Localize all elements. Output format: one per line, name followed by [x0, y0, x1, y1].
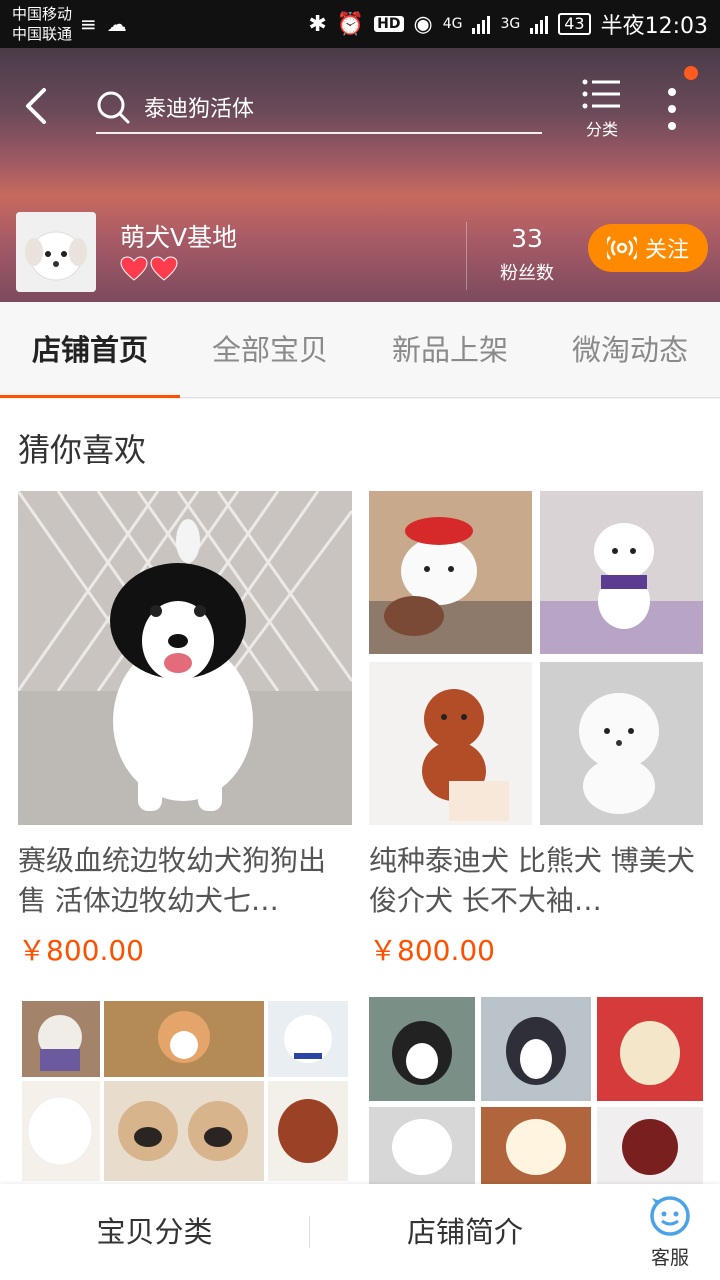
cloud-icon: ☁: [106, 12, 127, 36]
product-card[interactable]: [369, 997, 703, 1187]
main-content: 猜你喜欢 赛级血统边牧幼犬狗狗出售 活体边牧幼犬七… ￥800.00 纯种泰迪犬…: [0, 399, 720, 1280]
signal-1-icon: [472, 14, 491, 34]
signal-2-icon: [530, 14, 549, 34]
carrier-2: 中国联通: [12, 25, 73, 43]
customer-service-label: 客服: [650, 1247, 689, 1269]
eye-icon: ◉: [413, 11, 433, 37]
puppy-collage-image: [369, 491, 703, 825]
fans-number: 33: [511, 224, 543, 253]
heart-icon: [150, 256, 178, 281]
shop-name: 萌犬V基地: [120, 223, 238, 252]
more-button[interactable]: [652, 84, 692, 134]
product-card[interactable]: 赛级血统边牧幼犬狗狗出售 活体边牧幼犬七… ￥800.00: [18, 491, 352, 969]
product-image-collage[interactable]: [369, 491, 703, 825]
alarm-icon: ⏰: [336, 11, 365, 37]
carrier-1: 中国移动: [12, 5, 73, 23]
heart-icon: [120, 256, 148, 281]
product-title[interactable]: 纯种泰迪犬 比熊犬 博美犬俊介犬 长不大袖…: [369, 841, 703, 921]
search-query: 泰迪狗活体: [144, 97, 255, 122]
clock: 半夜12:03: [600, 14, 708, 39]
notification-dot: [684, 66, 698, 80]
shop-tabs: 店铺首页 全部宝贝 新品上架 微淘动态: [0, 302, 720, 398]
customer-service-button[interactable]: 客服: [634, 1194, 706, 1270]
product-price: ￥800.00: [18, 934, 144, 967]
tab-new-arrivals[interactable]: 新品上架: [360, 302, 540, 397]
back-button[interactable]: [18, 84, 58, 128]
border-collie-puppy-image: [18, 491, 352, 825]
tab-weitao-feed[interactable]: 微淘动态: [540, 302, 720, 397]
network-2-label: 3G: [500, 16, 521, 32]
header-divider: [466, 222, 467, 290]
fans-count: 33 粉丝数: [482, 224, 572, 285]
product-image[interactable]: [18, 491, 352, 825]
carrier-info: 中国移动 中国联通: [12, 4, 72, 44]
product-title[interactable]: 赛级血统边牧幼犬狗狗出售 活体边牧幼犬七…: [18, 841, 352, 921]
fans-label: 粉丝数: [500, 263, 554, 284]
section-title: 猜你喜欢: [18, 431, 147, 469]
broadcast-icon: [606, 236, 637, 260]
notification-list-icon: ≡: [80, 12, 97, 36]
product-card[interactable]: [18, 997, 352, 1187]
shop-header: 泰迪狗活体 分类 萌犬V基地 33 粉丝数 关注: [0, 48, 720, 302]
network-1-label: 4G: [442, 16, 463, 32]
category-label: 分类: [585, 120, 618, 139]
tab-all-items[interactable]: 全部宝贝: [180, 302, 360, 397]
shop-rating: [120, 256, 178, 282]
follow-button[interactable]: 关注: [588, 224, 708, 272]
item-category-button[interactable]: 宝贝分类: [0, 1184, 309, 1280]
tab-shop-home[interactable]: 店铺首页: [0, 302, 180, 398]
hd-icon: HD: [374, 16, 404, 32]
search-icon: [97, 91, 130, 124]
bottom-bar: 宝贝分类 店铺简介 客服: [0, 1184, 720, 1280]
status-bar: 中国移动 中国联通 ≡ ☁ ✱ ⏰ HD ◉ 4G 3G 43 半夜12:03: [0, 0, 720, 48]
follow-label: 关注: [644, 238, 689, 263]
bluetooth-icon: ✱: [308, 11, 327, 37]
product-price: ￥800.00: [369, 934, 495, 967]
customer-service-icon: [650, 1196, 690, 1236]
list-icon: [582, 79, 620, 109]
puppy-avatar-image: [16, 212, 96, 292]
shop-avatar[interactable]: [16, 212, 96, 292]
puppy-collage-image: [369, 997, 703, 1187]
more-vertical-icon: [668, 88, 676, 130]
puppy-collage-image: [18, 997, 352, 1187]
search-input[interactable]: 泰迪狗活体: [96, 82, 542, 134]
shop-intro-button[interactable]: 店铺简介: [310, 1184, 620, 1280]
back-arrow-icon: [26, 88, 46, 124]
product-card[interactable]: 纯种泰迪犬 比熊犬 博美犬俊介犬 长不大袖… ￥800.00: [369, 491, 703, 969]
category-button[interactable]: 分类: [570, 78, 634, 148]
battery-icon: 43: [558, 13, 591, 35]
